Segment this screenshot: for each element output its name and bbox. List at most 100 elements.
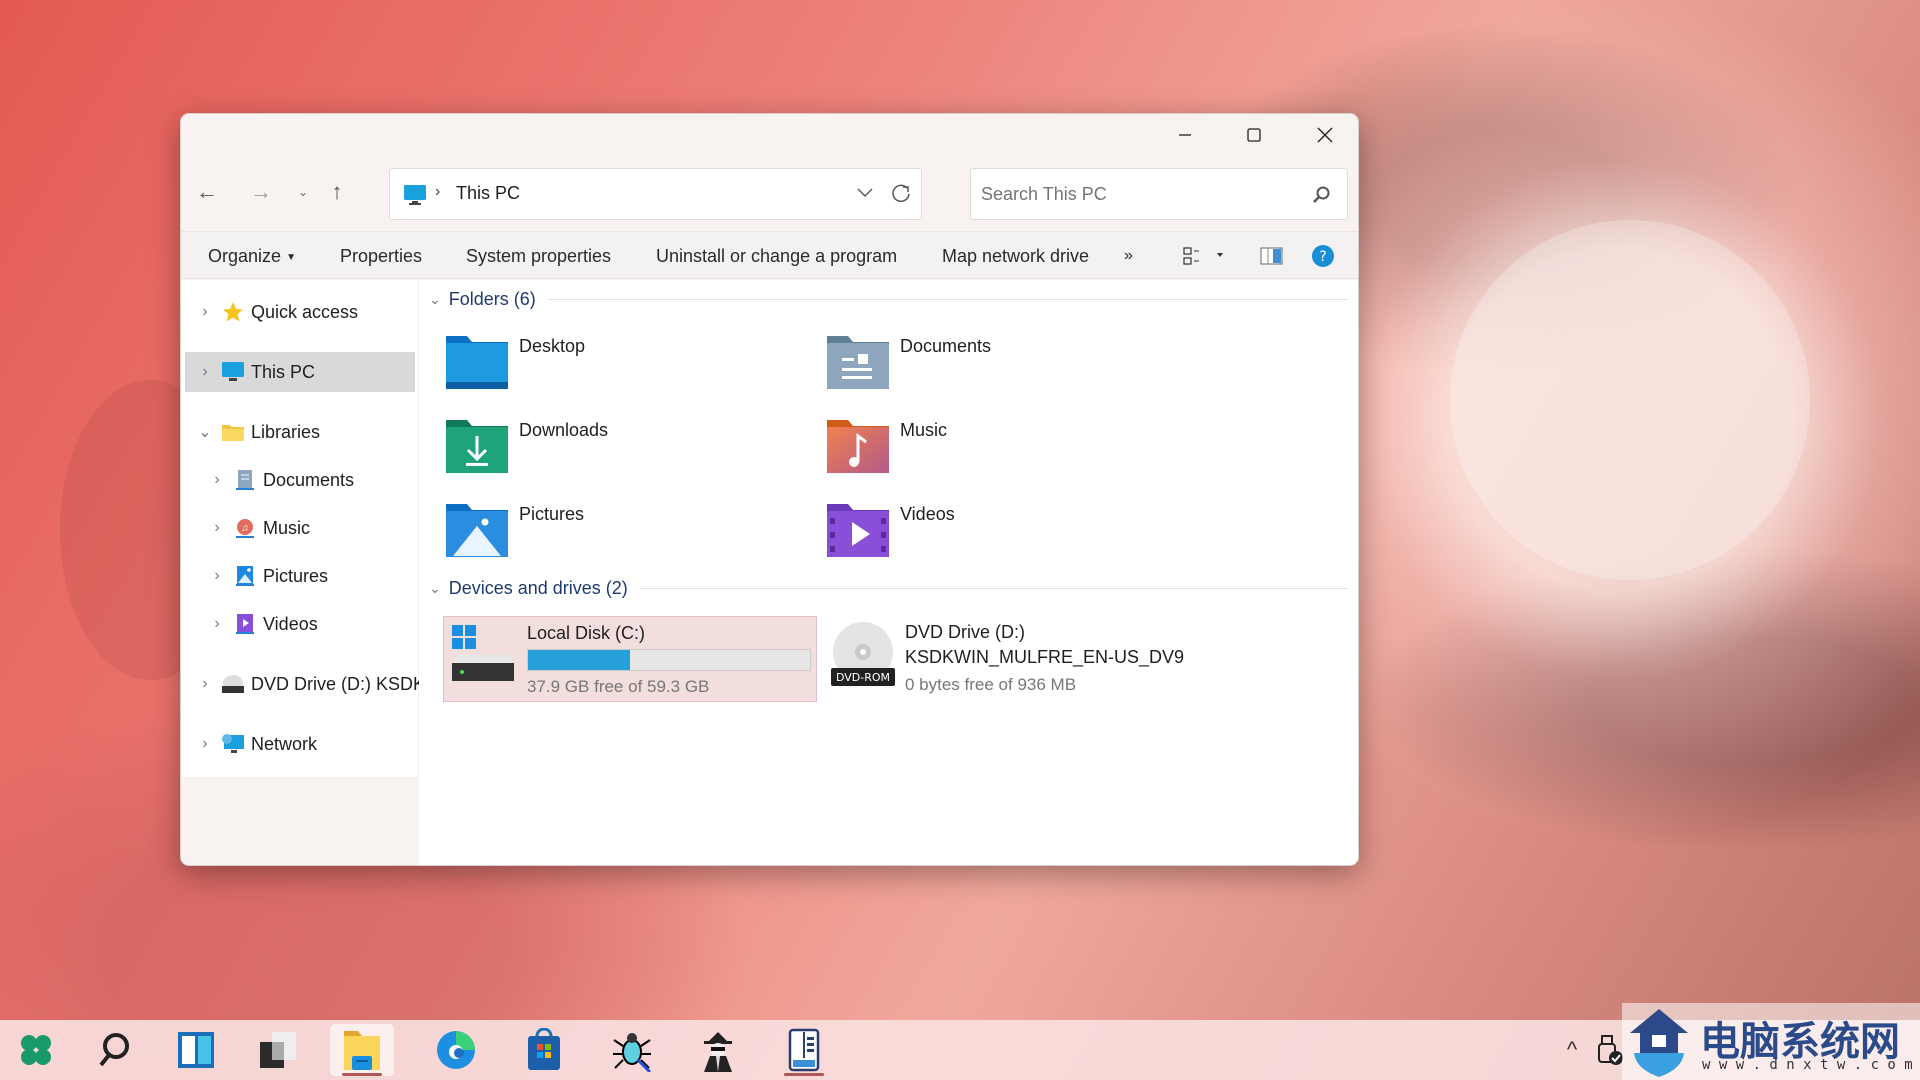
music-library-icon: ♫ bbox=[233, 516, 257, 540]
chevron-right-icon[interactable]: › bbox=[195, 675, 215, 693]
close-button[interactable] bbox=[1291, 114, 1358, 156]
chevron-right-icon[interactable]: › bbox=[207, 471, 227, 489]
store-button[interactable] bbox=[512, 1024, 576, 1076]
system-properties-button[interactable]: System properties bbox=[466, 232, 611, 280]
chevron-right-icon[interactable]: › bbox=[207, 615, 227, 633]
nav-item-this-pc[interactable]: › This PC bbox=[185, 352, 415, 392]
help-button[interactable]: ? bbox=[1311, 232, 1341, 280]
computer-icon bbox=[404, 185, 426, 205]
search-taskbar-button[interactable] bbox=[82, 1024, 146, 1076]
nav-item-network[interactable]: › Network bbox=[181, 724, 419, 764]
downloads-folder-icon bbox=[446, 420, 508, 473]
chevron-right-icon[interactable]: › bbox=[195, 303, 215, 321]
edge-icon bbox=[437, 1031, 475, 1069]
drive-dvd-d[interactable]: DVD-ROM DVD Drive (D:) KSDKWIN_MULFRE_EN… bbox=[823, 616, 1197, 702]
chevron-down-icon: ⌄ bbox=[429, 290, 441, 307]
chevron-right-icon[interactable]: › bbox=[207, 567, 227, 585]
active-indicator bbox=[342, 1073, 382, 1076]
view-options-icon bbox=[1183, 247, 1223, 265]
map-network-drive-button[interactable]: Map network drive bbox=[942, 232, 1089, 280]
chevron-right-icon[interactable]: › bbox=[207, 519, 227, 537]
address-dropdown-icon[interactable] bbox=[857, 187, 873, 199]
more-commands-button[interactable]: » bbox=[1124, 232, 1133, 280]
usb-safe-remove-icon bbox=[1598, 1035, 1623, 1065]
search-box[interactable] bbox=[970, 168, 1348, 220]
edge-button[interactable] bbox=[424, 1024, 488, 1076]
star-icon bbox=[221, 300, 245, 324]
widgets-button[interactable] bbox=[164, 1024, 228, 1076]
search-input[interactable] bbox=[981, 181, 1281, 207]
folder-desktop[interactable]: Desktop bbox=[437, 328, 797, 404]
spy-app-button[interactable] bbox=[686, 1024, 750, 1076]
back-button[interactable]: ← bbox=[189, 174, 225, 210]
pictures-library-icon bbox=[233, 564, 257, 588]
bug-app-button[interactable] bbox=[600, 1024, 664, 1076]
start-button[interactable] bbox=[4, 1024, 68, 1076]
up-button[interactable]: ↑ bbox=[319, 174, 355, 210]
folders-group-header[interactable]: ⌄ Folders (6) bbox=[429, 285, 1348, 313]
wallpaper-heart bbox=[1450, 220, 1810, 580]
properties-button[interactable]: Properties bbox=[340, 232, 422, 280]
chevron-right-icon[interactable]: › bbox=[195, 735, 215, 753]
navigation-pane: › Quick access › This PC ⌄ Libraries › D… bbox=[181, 280, 419, 777]
folder-pictures[interactable]: Pictures bbox=[437, 496, 797, 572]
chevron-up-icon: ^ bbox=[1566, 1037, 1578, 1062]
start-icon bbox=[21, 1035, 51, 1065]
chevron-down-icon: ⌄ bbox=[429, 579, 441, 596]
folder-videos[interactable]: Videos bbox=[818, 496, 1178, 572]
dvd-drive-icon bbox=[221, 672, 245, 696]
folder-music[interactable]: Music bbox=[818, 412, 1178, 488]
dropdown-caret-icon: ▼ bbox=[286, 252, 296, 263]
nav-item-music[interactable]: › ♫ Music bbox=[181, 508, 419, 548]
maximize-icon bbox=[1247, 128, 1261, 142]
pictures-folder-icon bbox=[446, 504, 508, 557]
disk-usage-fill bbox=[528, 650, 630, 670]
uninstall-program-button[interactable]: Uninstall or change a program bbox=[656, 232, 897, 280]
notepad-app-button[interactable] bbox=[772, 1024, 836, 1076]
change-view-button[interactable] bbox=[1181, 232, 1231, 280]
videos-folder-icon bbox=[827, 504, 889, 557]
chevron-right-icon[interactable]: › bbox=[195, 363, 215, 381]
spy-icon bbox=[704, 1032, 732, 1072]
nav-item-dvd-drive[interactable]: › DVD Drive (D:) KSDKWIN_MULFRE_EN-US_DV… bbox=[181, 664, 419, 704]
bug-icon bbox=[613, 1033, 652, 1072]
svg-text:DVD-ROM: DVD-ROM bbox=[836, 671, 890, 684]
task-view-button[interactable] bbox=[246, 1024, 310, 1076]
dvd-disc-icon: DVD-ROM bbox=[831, 622, 895, 686]
maximize-button[interactable] bbox=[1220, 114, 1288, 156]
svg-text:?: ? bbox=[1319, 249, 1326, 265]
close-icon bbox=[1317, 127, 1333, 143]
drive-local-disk-c[interactable]: Local Disk (C:) 37.9 GB free of 59.3 GB bbox=[443, 616, 817, 702]
folder-icon bbox=[221, 420, 245, 444]
recent-locations-button[interactable]: ⌄ bbox=[285, 174, 321, 210]
running-indicator bbox=[784, 1073, 824, 1076]
nav-item-videos[interactable]: › Videos bbox=[181, 604, 419, 644]
refresh-icon[interactable] bbox=[890, 183, 912, 205]
nav-item-documents[interactable]: › Documents bbox=[181, 460, 419, 500]
minimize-button[interactable] bbox=[1151, 114, 1219, 156]
local-disk-icon bbox=[452, 625, 514, 681]
chevron-down-icon: ⌄ bbox=[297, 185, 309, 199]
file-explorer-taskbar-button[interactable] bbox=[330, 1024, 394, 1076]
network-icon bbox=[221, 732, 245, 756]
store-icon bbox=[528, 1028, 560, 1070]
forward-button[interactable]: → bbox=[243, 174, 279, 210]
folder-downloads[interactable]: Downloads bbox=[437, 412, 797, 488]
videos-library-icon bbox=[233, 612, 257, 636]
forward-arrow-icon: → bbox=[250, 179, 272, 204]
music-folder-icon bbox=[827, 420, 889, 473]
preview-pane-button[interactable] bbox=[1258, 232, 1288, 280]
folder-documents[interactable]: Documents bbox=[818, 328, 1178, 404]
chevron-down-icon[interactable]: ⌄ bbox=[195, 422, 215, 442]
file-explorer-window: ← → ⌄ ↑ › This PC Organize ▼ Properties … bbox=[180, 113, 1359, 866]
nav-item-quick-access[interactable]: › Quick access bbox=[181, 292, 419, 332]
nav-item-pictures[interactable]: › Pictures bbox=[181, 556, 419, 596]
title-bar[interactable] bbox=[181, 114, 1358, 156]
back-arrow-icon: ← bbox=[196, 179, 218, 204]
navigation-row: ← → ⌄ ↑ › This PC bbox=[181, 164, 1358, 222]
address-bar[interactable]: › This PC bbox=[389, 168, 922, 220]
nav-item-libraries[interactable]: ⌄ Libraries bbox=[181, 412, 419, 452]
breadcrumb-this-pc[interactable]: This PC bbox=[456, 183, 520, 204]
drives-group-header[interactable]: ⌄ Devices and drives (2) bbox=[429, 574, 1348, 602]
organize-button[interactable]: Organize ▼ bbox=[208, 232, 296, 280]
